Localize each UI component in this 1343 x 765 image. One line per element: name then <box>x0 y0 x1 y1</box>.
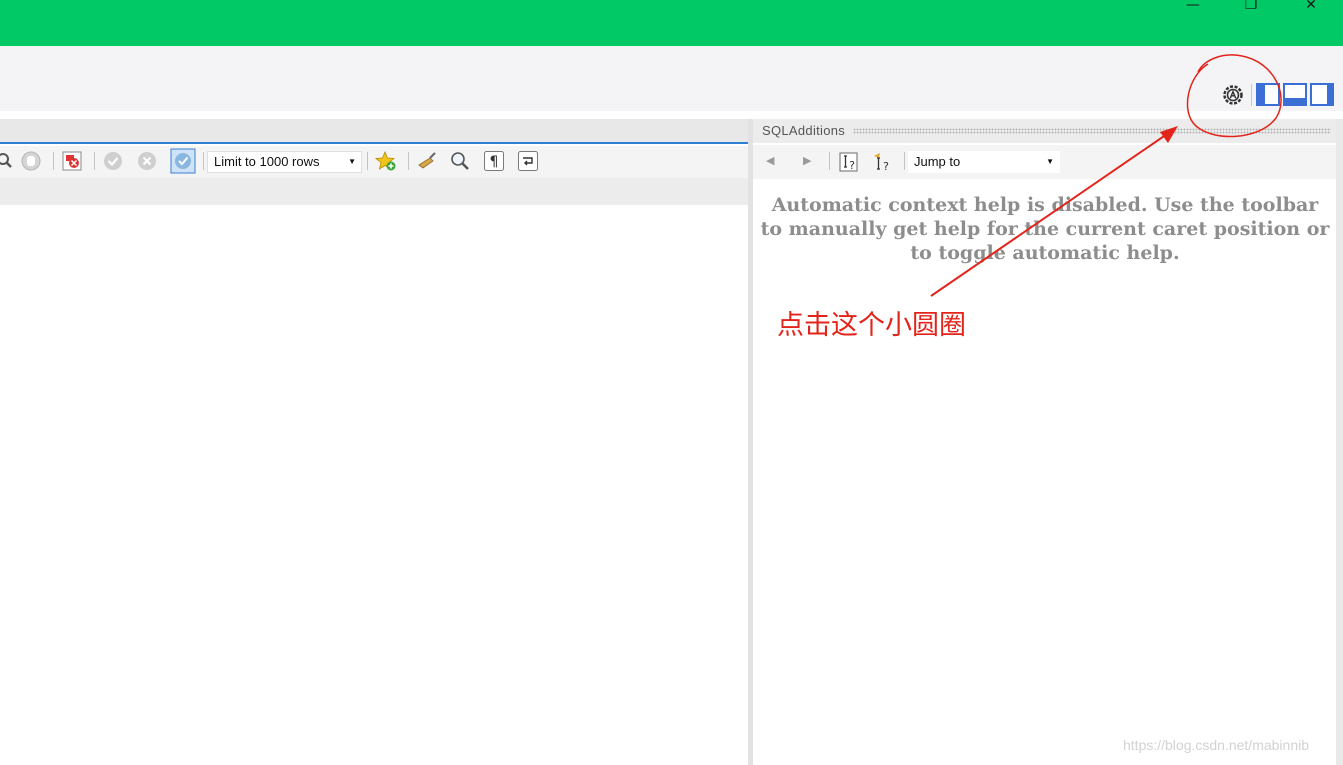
editor-sub-bar <box>0 178 748 205</box>
rollback-icon[interactable] <box>136 150 158 172</box>
main-toolbar <box>0 46 1343 111</box>
editor-tab-bar <box>0 119 748 144</box>
jump-to-value: Jump to <box>914 154 961 169</box>
chevron-down-icon: ▼ <box>348 157 356 166</box>
toolbar-separator <box>408 152 409 170</box>
limit-rows-select[interactable]: Limit to 1000 rows ▼ <box>207 151 362 173</box>
close-window-button[interactable]: ✕ <box>1288 0 1334 16</box>
wrap-lines-icon[interactable] <box>517 150 539 172</box>
invisible-chars-icon[interactable]: ¶ <box>483 150 505 172</box>
toolbar-separator <box>53 152 54 170</box>
commit-icon[interactable] <box>102 150 124 172</box>
title-bar <box>0 0 1343 46</box>
toolbar-separator <box>94 152 95 170</box>
chevron-down-icon: ▼ <box>1046 157 1054 166</box>
jump-to-select[interactable]: Jump to ▼ <box>908 151 1060 173</box>
stop-hand-icon[interactable] <box>20 150 42 172</box>
minimize-button[interactable]: — <box>1170 0 1216 16</box>
manual-context-help-icon[interactable]: ? <box>838 151 860 173</box>
svg-text:¶: ¶ <box>490 154 499 170</box>
limit-rows-value: Limit to 1000 rows <box>214 154 320 169</box>
sql-editor-area[interactable] <box>0 205 748 765</box>
auto-context-help-icon[interactable]: ? <box>871 151 893 173</box>
toolbar-divider <box>1251 84 1252 106</box>
context-help-message: Automatic context help is disabled. Use … <box>760 194 1330 264</box>
stop-on-error-icon[interactable] <box>61 150 83 172</box>
sql-additions-body <box>753 179 1336 765</box>
svg-text:?: ? <box>883 160 889 173</box>
favorite-add-icon[interactable] <box>375 150 397 172</box>
toggle-secondary-sidebar-icon[interactable] <box>1310 83 1334 106</box>
panel-layout-toggles <box>1256 83 1334 107</box>
sql-additions-title: SQLAdditions <box>762 123 846 138</box>
maximize-button[interactable]: ❐ <box>1228 0 1274 16</box>
watermark: https://blog.csdn.net/mabinnib <box>1123 737 1310 753</box>
svg-text:?: ? <box>849 159 855 172</box>
forward-arrow-icon[interactable]: ▶ <box>803 154 811 167</box>
toolbar-separator <box>904 152 905 170</box>
toolbar-separator <box>367 152 368 170</box>
back-arrow-icon[interactable]: ◀ <box>766 154 774 167</box>
beautify-icon[interactable] <box>416 150 438 172</box>
panel-right-edge <box>1336 119 1343 765</box>
preferences-gear-icon[interactable] <box>1222 84 1244 106</box>
toolbar-separator <box>203 152 204 170</box>
annotation-text: 点击这个小圆圈 <box>777 310 966 341</box>
search-icon[interactable] <box>0 150 16 172</box>
find-icon[interactable] <box>449 150 471 172</box>
autocommit-toggle-icon[interactable] <box>170 148 196 174</box>
panel-grip[interactable] <box>853 128 1331 134</box>
toolbar-separator <box>829 152 830 170</box>
toggle-output-area-icon[interactable] <box>1283 83 1307 106</box>
toggle-sidebar-icon[interactable] <box>1256 83 1280 106</box>
